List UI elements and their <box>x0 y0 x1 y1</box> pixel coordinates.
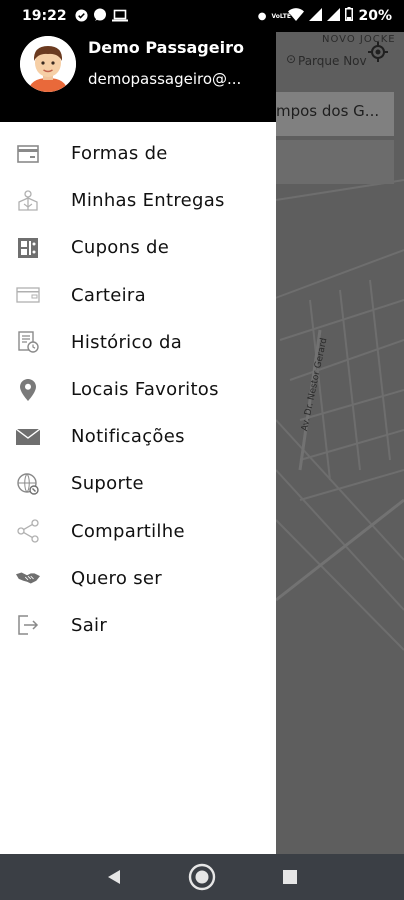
user-name: Demo Passageiro <box>88 38 244 57</box>
wallet-card-icon <box>16 142 40 166</box>
coupon-icon <box>16 236 40 260</box>
laptop-icon <box>111 7 128 26</box>
drawer-menu: Formas de Minhas Entregas Cupons de Cart… <box>0 130 276 649</box>
map-search-field[interactable]: mpos dos G... <box>270 92 394 136</box>
menu-label: Histórico da <box>71 331 183 353</box>
notification-dot-icon: ● <box>257 10 267 22</box>
back-icon[interactable] <box>99 862 129 892</box>
home-icon[interactable] <box>187 862 217 892</box>
envelope-icon <box>16 425 40 449</box>
history-icon <box>16 330 40 354</box>
my-location-icon[interactable] <box>366 40 396 70</box>
wifi-icon <box>288 7 305 25</box>
user-avatar-icon <box>20 36 76 92</box>
menu-item-formas-de[interactable]: Formas de <box>0 130 276 177</box>
menu-item-compartilhe[interactable]: Compartilhe <box>0 508 276 555</box>
menu-item-cupons-de[interactable]: Cupons de <box>0 224 276 271</box>
navigation-drawer: Demo Passageiro demopassageiro@... Forma… <box>0 0 276 854</box>
menu-label: Compartilhe <box>71 520 185 542</box>
menu-label: Cupons de <box>71 237 170 259</box>
delivery-box-icon <box>16 189 40 213</box>
location-pin-icon <box>16 378 40 402</box>
battery-percent: 20% <box>358 8 392 24</box>
map-secondary-field[interactable] <box>270 140 394 184</box>
menu-label: Suporte <box>71 473 144 495</box>
menu-label: Sair <box>71 614 108 636</box>
menu-label: Locais Favoritos <box>71 379 219 401</box>
logout-icon <box>16 613 40 637</box>
menu-item-locais-favoritos[interactable]: Locais Favoritos <box>0 366 276 413</box>
support-icon <box>16 472 40 496</box>
status-bar: 19:22 ● VoLTE 20% <box>0 0 404 32</box>
recents-icon[interactable] <box>275 862 305 892</box>
signal-icon <box>309 7 323 25</box>
map-place-park: Parque Nov <box>298 54 367 68</box>
menu-label: Formas de <box>71 143 168 165</box>
volte-icon: VoLTE <box>271 12 291 20</box>
menu-label: Carteira <box>71 284 146 306</box>
menu-item-notificacoes[interactable]: Notificações <box>0 413 276 460</box>
user-email: demopassageiro@... <box>88 70 242 88</box>
menu-item-minhas-entregas[interactable]: Minhas Entregas <box>0 177 276 224</box>
signal-2-icon <box>327 7 341 25</box>
share-icon <box>16 519 40 543</box>
check-circle-icon <box>75 7 88 26</box>
wallet-icon <box>16 283 40 307</box>
menu-item-sair[interactable]: Sair <box>0 602 276 649</box>
status-time: 19:22 <box>22 8 67 24</box>
menu-item-quero-ser[interactable]: Quero ser <box>0 555 276 602</box>
menu-item-suporte[interactable]: Suporte <box>0 460 276 507</box>
menu-item-historico-da[interactable]: Histórico da <box>0 319 276 366</box>
menu-label: Quero ser <box>71 567 162 589</box>
avatar[interactable] <box>20 36 76 92</box>
menu-item-carteira[interactable]: Carteira <box>0 272 276 319</box>
system-nav-bar <box>0 854 404 900</box>
menu-label: Notificações <box>71 426 185 448</box>
handshake-icon <box>16 566 40 590</box>
map-park-pin-icon: ⊙ <box>286 52 297 66</box>
battery-icon <box>345 7 354 25</box>
menu-label: Minhas Entregas <box>71 190 225 212</box>
chat-bubble-icon <box>93 7 107 26</box>
